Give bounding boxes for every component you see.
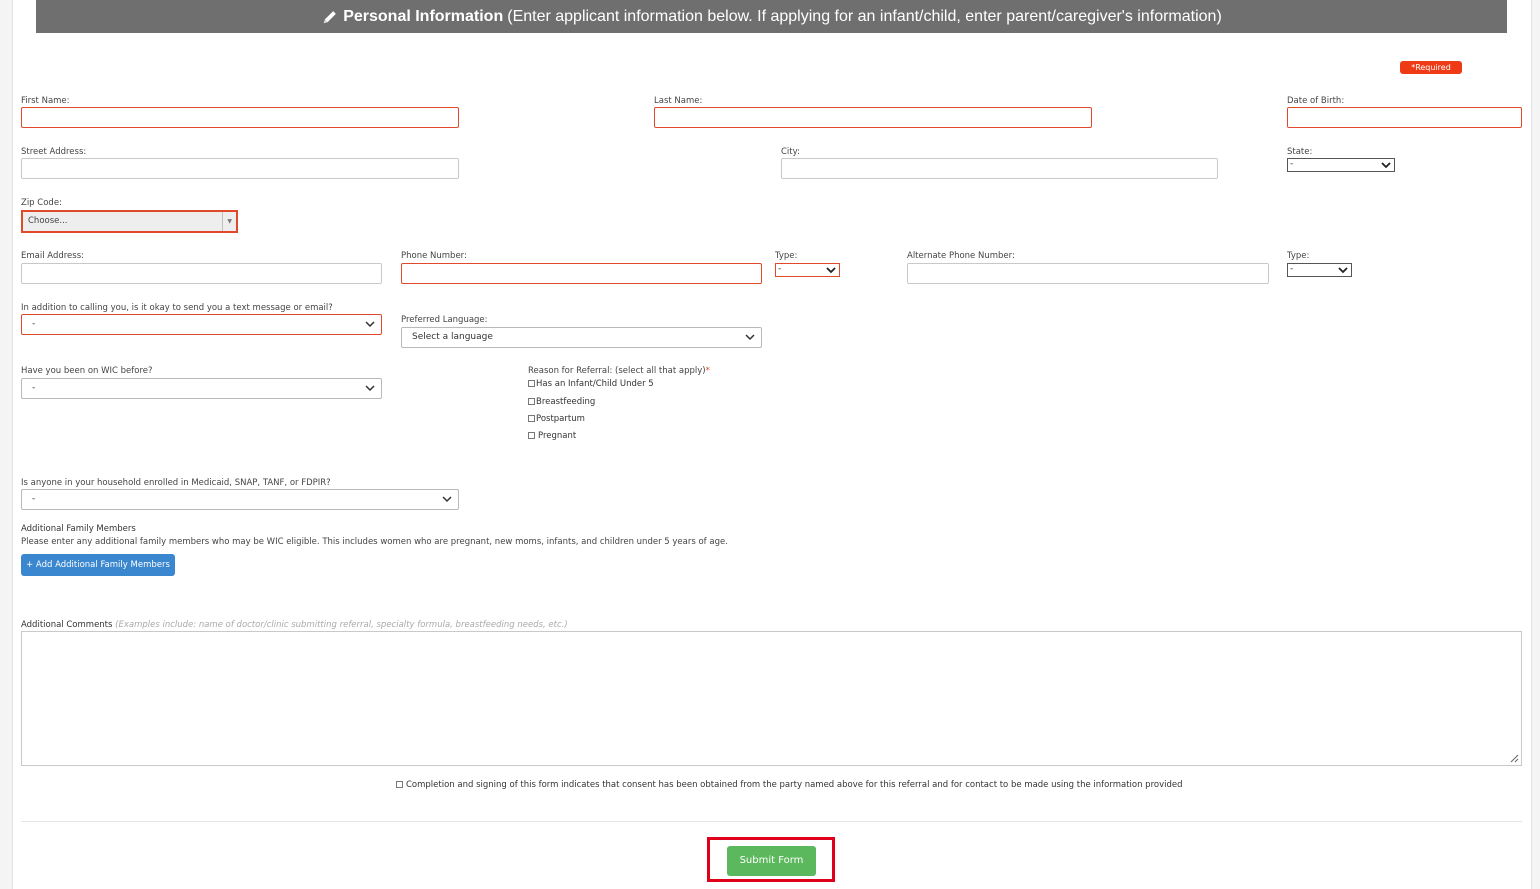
reason-label-text: Reason for Referral: (select all that ap… xyxy=(528,366,706,376)
chevron-down-icon xyxy=(1381,162,1391,169)
dob-label: Date of Birth: xyxy=(1287,96,1345,106)
enrolled-value: - xyxy=(32,494,36,504)
city-input[interactable] xyxy=(781,158,1218,179)
resize-grip-icon[interactable] xyxy=(1510,754,1519,763)
text-ok-value: - xyxy=(32,319,36,329)
section-header: Personal Information (Enter applicant in… xyxy=(36,0,1507,33)
add-family-button[interactable]: + Add Additional Family Members xyxy=(21,554,175,576)
dob-input[interactable] xyxy=(1287,107,1522,128)
alt-type-value: - xyxy=(1290,264,1294,274)
divider xyxy=(21,821,1522,822)
required-star: * xyxy=(705,366,710,376)
language-select[interactable]: Select a language xyxy=(401,327,762,348)
state-value: - xyxy=(1290,159,1294,169)
alt-phone-input[interactable] xyxy=(907,263,1269,284)
enrolled-label: Is anyone in your household enrolled in … xyxy=(21,478,331,488)
family-title: Additional Family Members xyxy=(21,524,136,534)
reason-pregnant-label: Pregnant xyxy=(538,431,577,441)
family-desc: Please enter any additional family membe… xyxy=(21,537,728,547)
state-select[interactable]: - xyxy=(1287,158,1395,172)
consent-checkbox[interactable] xyxy=(396,781,403,788)
comments-label: Additional Comments (Examples include: n… xyxy=(21,620,568,630)
language-label: Preferred Language: xyxy=(401,315,488,325)
email-input[interactable] xyxy=(21,263,382,284)
alt-phone-label: Alternate Phone Number: xyxy=(907,251,1015,261)
section-title: Personal Information xyxy=(343,7,504,25)
last-name-input[interactable] xyxy=(654,107,1092,128)
chevron-down-icon xyxy=(745,334,755,341)
last-name-label: Last Name: xyxy=(654,96,703,106)
alt-type-select[interactable]: - xyxy=(1287,263,1352,277)
alt-type-label: Type: xyxy=(1287,251,1310,261)
chevron-down-icon xyxy=(826,267,836,274)
chevron-down-icon xyxy=(365,385,375,392)
phone-input[interactable] xyxy=(401,263,762,284)
first-name-label: First Name: xyxy=(21,96,70,106)
text-ok-label: In addition to calling you, is it okay t… xyxy=(21,303,333,313)
text-ok-select[interactable]: - xyxy=(21,314,382,335)
zip-value: Choose... xyxy=(28,216,68,226)
first-name-input[interactable] xyxy=(21,107,459,128)
language-value: Select a language xyxy=(412,332,493,342)
consent-label: Completion and signing of this form indi… xyxy=(406,780,1183,790)
wic-before-value: - xyxy=(32,383,36,393)
reason-postpartum-label: Postpartum xyxy=(536,414,585,424)
wic-before-select[interactable]: - xyxy=(21,378,382,399)
chevron-down-icon xyxy=(365,321,375,328)
reason-breastfeeding-label: Breastfeeding xyxy=(536,397,596,407)
chevron-down-icon xyxy=(1338,267,1348,274)
comments-hint: (Examples include: name of doctor/clinic… xyxy=(115,620,568,630)
zip-select[interactable]: Choose... ▼ xyxy=(21,210,238,233)
zip-label: Zip Code: xyxy=(21,198,62,208)
reason-checkbox-infant[interactable] xyxy=(528,380,535,387)
reason-infant-label: Has an Infant/Child Under 5 xyxy=(536,379,654,389)
required-badge: *Required xyxy=(1400,61,1462,74)
phone-label: Phone Number: xyxy=(401,251,467,261)
street-input[interactable] xyxy=(21,158,459,179)
section-subtitle: (Enter applicant information below. If a… xyxy=(507,7,1222,25)
reason-checkbox-postpartum[interactable] xyxy=(528,415,535,422)
caret-down-icon: ▼ xyxy=(227,218,232,225)
pencil-icon xyxy=(323,10,337,23)
city-label: City: xyxy=(781,147,800,157)
comments-title: Additional Comments xyxy=(21,620,113,630)
enrolled-select[interactable]: - xyxy=(21,489,459,510)
state-label: State: xyxy=(1287,147,1313,157)
reason-checkbox-pregnant[interactable] xyxy=(528,432,535,439)
email-label: Email Address: xyxy=(21,251,84,261)
reason-label: Reason for Referral: (select all that ap… xyxy=(528,366,710,376)
phone-type-select[interactable]: - xyxy=(775,263,840,277)
phone-type-label: Type: xyxy=(775,251,798,261)
phone-type-value: - xyxy=(778,264,782,274)
chevron-down-icon xyxy=(442,496,452,503)
wic-before-label: Have you been on WIC before? xyxy=(21,366,153,376)
zip-divider xyxy=(222,212,223,231)
submit-button[interactable]: Submit Form xyxy=(727,846,816,876)
comments-textarea[interactable] xyxy=(21,631,1522,766)
reason-checkbox-breastfeeding[interactable] xyxy=(528,398,535,405)
street-label: Street Address: xyxy=(21,147,87,157)
